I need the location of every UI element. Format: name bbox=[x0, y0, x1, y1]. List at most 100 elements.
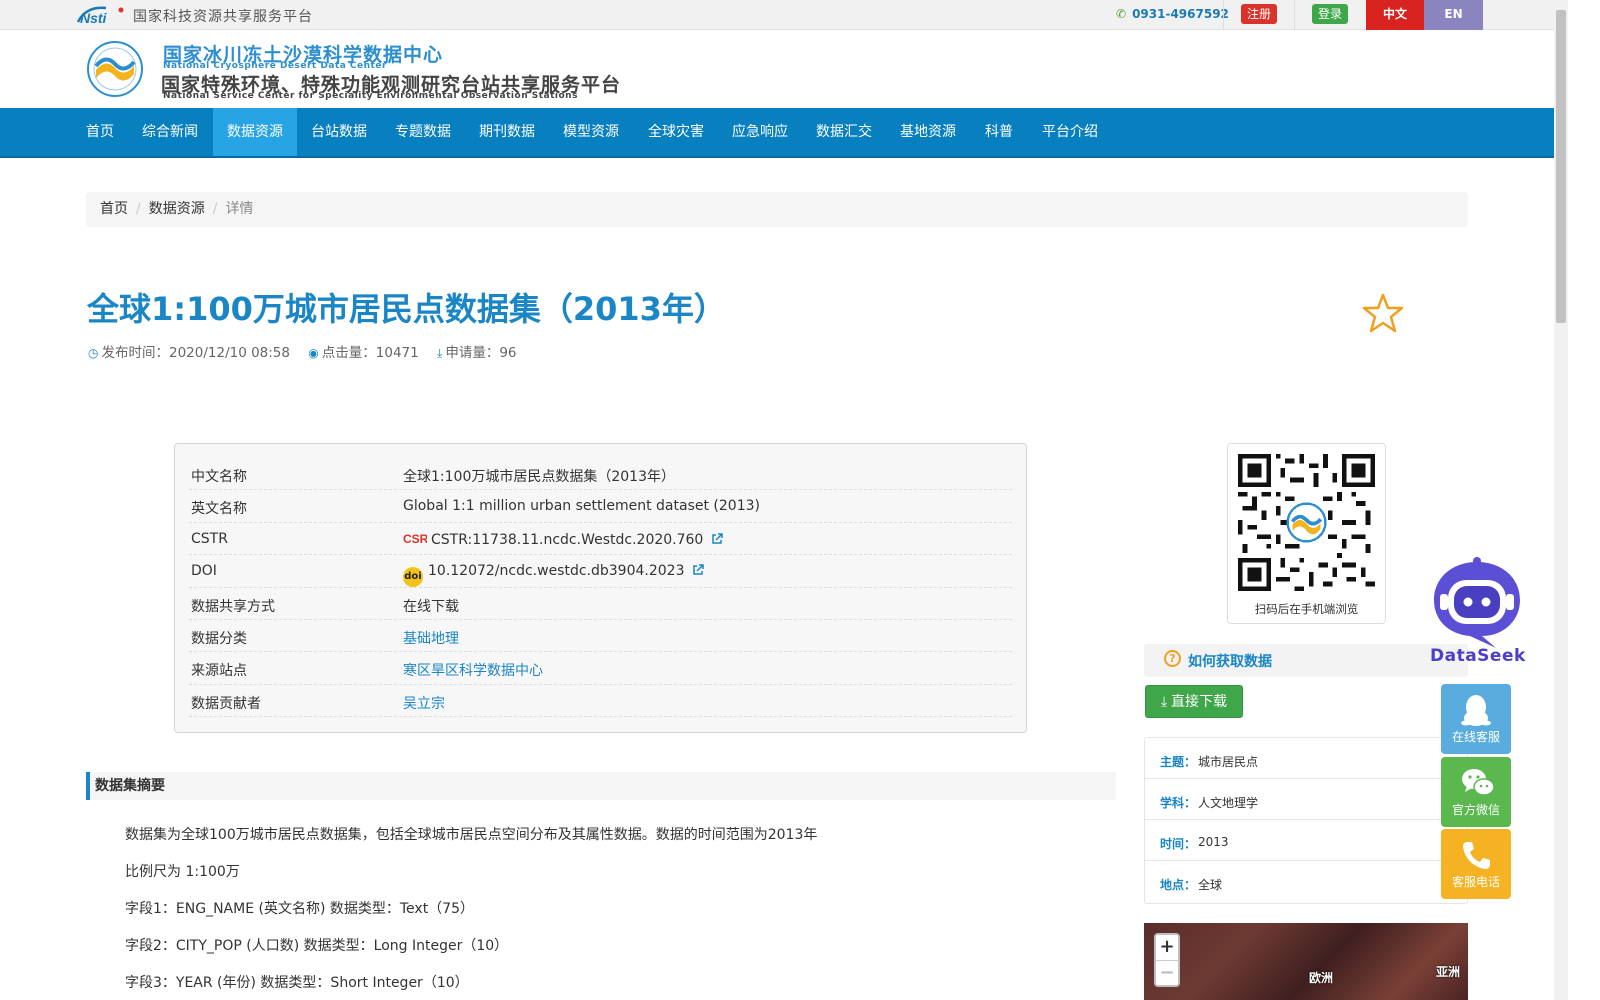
clicks-count: 10471 bbox=[375, 345, 419, 361]
publish-label: 发布时间： bbox=[101, 345, 169, 361]
nav-item-station-data[interactable]: 台站数据 bbox=[311, 108, 367, 156]
info-row-english-name: 英文名称 Global 1:1 million urban settlement… bbox=[189, 490, 1012, 523]
lang-english-button[interactable]: EN bbox=[1424, 0, 1483, 30]
login-button[interactable]: 登录 bbox=[1312, 4, 1348, 24]
nav-item-journal-data[interactable]: 期刊数据 bbox=[479, 108, 535, 156]
info-key: 中文名称 bbox=[191, 469, 247, 485]
doi-logo-icon: doi bbox=[403, 567, 423, 588]
tag-value: 全球 bbox=[1198, 878, 1223, 892]
dataseek-widget[interactable]: DataSeek bbox=[1430, 556, 1525, 666]
online-service-button[interactable]: 在线客服 bbox=[1441, 684, 1511, 754]
clock-icon: ◷ bbox=[88, 346, 99, 360]
robot-icon bbox=[1434, 557, 1520, 648]
publish-time: 2020/12/10 08:58 bbox=[168, 345, 290, 361]
source-station-link[interactable]: 寒区旱区科学数据中心 bbox=[403, 660, 543, 680]
phone-service-label: 客服电话 bbox=[1451, 875, 1500, 889]
nav-item-home[interactable]: 首页 bbox=[86, 108, 114, 156]
category-link[interactable]: 基础地理 bbox=[403, 628, 459, 648]
nav-item-thematic-data[interactable]: 专题数据 bbox=[395, 108, 451, 156]
tag-key: 学科： bbox=[1160, 796, 1197, 810]
breadcrumb-current: 详情 bbox=[225, 201, 254, 217]
abstract-paragraph: 字段2：CITY_POP (人口数) 数据类型：Long Integer（10） bbox=[125, 938, 509, 954]
csr-logo-text: CSR bbox=[403, 532, 427, 545]
question-icon: ? bbox=[1164, 650, 1181, 667]
online-service-label: 在线客服 bbox=[1451, 730, 1500, 744]
qr-caption: 扫码后在手机端浏览 bbox=[1254, 602, 1359, 616]
cstr-value[interactable]: CSR CSTR:11738.11.ncdc.Westdc.2020.760 bbox=[403, 531, 724, 548]
cstr-text: CSTR:11738.11.ncdc.Westdc.2020.760 bbox=[431, 531, 704, 548]
external-link-icon[interactable] bbox=[692, 564, 705, 576]
site-subtitle-english: National Service Center for Speciality E… bbox=[163, 91, 578, 101]
doi-text: 10.12072/ncdc.westdc.db3904.2023 bbox=[428, 563, 685, 580]
map-label-europe: 欧洲 bbox=[1309, 971, 1334, 985]
nav-item-data-submission[interactable]: 数据汇交 bbox=[816, 108, 872, 156]
main-nav: 首页 综合新闻 数据资源 台站数据 专题数据 期刊数据 模型资源 全球灾害 应急… bbox=[0, 108, 1554, 158]
nav-item-data-resources[interactable]: 数据资源 bbox=[213, 108, 297, 156]
page-title: 全球1:100万城市居民点数据集（2013年） bbox=[87, 290, 726, 328]
clicks-label: 点击量： bbox=[321, 345, 376, 361]
window-edge bbox=[1568, 0, 1600, 1000]
dataset-tags: 主题： 城市居民点 学科： 人文地理学 时间： 2013 地点： 全球 bbox=[1144, 737, 1468, 904]
qr-code-box: 扫码后在手机端浏览 bbox=[1227, 443, 1386, 624]
info-row-sharing-mode: 数据共享方式 在线下载 bbox=[189, 588, 1012, 620]
site-header: 国家冰川冻土沙漠科学数据中心 National Cryosphere Deser… bbox=[0, 30, 1554, 108]
nav-item-global-disasters[interactable]: 全球灾害 bbox=[648, 108, 704, 156]
wechat-button[interactable]: 官方微信 bbox=[1441, 757, 1511, 827]
abstract-paragraph: 字段3：YEAR (年份) 数据类型：Short Integer（10） bbox=[125, 975, 469, 991]
nav-item-model-resources[interactable]: 模型资源 bbox=[563, 108, 619, 156]
info-value: Global 1:1 million urban settlement data… bbox=[403, 498, 760, 515]
info-key: 来源站点 bbox=[191, 663, 247, 680]
external-link-icon[interactable] bbox=[711, 533, 724, 545]
zoom-in-button[interactable]: + bbox=[1156, 935, 1178, 960]
nav-item-science[interactable]: 科普 bbox=[985, 108, 1013, 156]
wechat-label: 官方微信 bbox=[1451, 803, 1500, 817]
nav-item-base-resources[interactable]: 基地资源 bbox=[900, 108, 956, 156]
how-to-get-data[interactable]: ? 如何获取数据 bbox=[1144, 644, 1468, 677]
map-label-asia: 亚洲 bbox=[1436, 965, 1461, 979]
phone-handset-icon bbox=[1463, 842, 1490, 869]
breadcrumb-separator: / bbox=[136, 201, 141, 217]
download-icon: ⤓ bbox=[437, 346, 443, 360]
site-logo[interactable] bbox=[86, 40, 144, 98]
info-row-contributor: 数据贡献者 吴立宗 bbox=[189, 685, 1012, 718]
contributor-link[interactable]: 吴立宗 bbox=[403, 693, 445, 713]
nav-item-emergency[interactable]: 应急响应 bbox=[732, 108, 788, 156]
direct-download-button[interactable]: ⤓ 直接下载 bbox=[1145, 685, 1243, 718]
tag-row-theme: 主题： 城市居民点 bbox=[1145, 738, 1467, 779]
download-icon: ⤓ bbox=[1160, 693, 1172, 709]
tag-row-discipline: 学科： 人文地理学 bbox=[1145, 779, 1467, 820]
applications-label: 申请量： bbox=[445, 345, 500, 361]
top-bar: Nsti 国家科技资源共享服务平台 ✆ 0931-4967592 注册 登录 中文… bbox=[0, 0, 1554, 30]
location-map[interactable]: + − 欧洲 亚洲 bbox=[1144, 923, 1468, 1000]
nav-item-news[interactable]: 综合新闻 bbox=[142, 108, 198, 156]
info-value: 全球1:100万城市居民点数据集（2013年） bbox=[403, 469, 675, 485]
lang-chinese-button[interactable]: 中文 bbox=[1366, 0, 1424, 30]
dataset-meta: ◷ 发布时间：2020/12/10 08:58 ◉ 点击量：10471 ⤓ 申请量：9… bbox=[88, 341, 531, 361]
tag-row-time: 时间： 2013 bbox=[1145, 820, 1467, 861]
info-value: 在线下载 bbox=[403, 598, 459, 615]
doi-value[interactable]: doi 10.12072/ncdc.westdc.db3904.2023 bbox=[403, 563, 705, 588]
breadcrumb-data-resources[interactable]: 数据资源 bbox=[149, 201, 205, 217]
info-row-source-station: 来源站点 寒区旱区科学数据中心 bbox=[189, 652, 1012, 685]
info-row-doi: DOI doi 10.12072/ncdc.westdc.db3904.2023 bbox=[189, 555, 1012, 588]
phone-service-button[interactable]: 客服电话 bbox=[1441, 829, 1511, 899]
nsti-logo[interactable]: Nsti bbox=[76, 4, 126, 26]
applications-count: 96 bbox=[499, 345, 517, 361]
svg-text:Nsti: Nsti bbox=[80, 10, 108, 26]
tag-key: 时间： bbox=[1160, 837, 1197, 851]
zoom-out-button[interactable]: − bbox=[1156, 960, 1178, 985]
tag-value: 人文地理学 bbox=[1198, 796, 1259, 810]
phone-number: ✆ 0931-4967592 bbox=[1116, 7, 1229, 21]
platform-name[interactable]: 国家科技资源共享服务平台 bbox=[133, 6, 313, 26]
breadcrumb: 首页 / 数据资源 / 详情 bbox=[86, 192, 1468, 227]
nav-item-about[interactable]: 平台介绍 bbox=[1042, 108, 1098, 156]
register-button[interactable]: 注册 bbox=[1241, 4, 1277, 24]
qr-code bbox=[1238, 454, 1375, 591]
favorite-star-icon[interactable] bbox=[1362, 292, 1404, 334]
info-key: 数据贡献者 bbox=[191, 695, 261, 712]
breadcrumb-home[interactable]: 首页 bbox=[100, 201, 128, 217]
scrollbar-thumb[interactable] bbox=[1556, 10, 1566, 323]
abstract-paragraph: 数据集为全球100万城市居民点数据集，包括全球城市居民点空间分布及其属性数据。数… bbox=[125, 827, 818, 843]
map-zoom-control: + − bbox=[1154, 933, 1180, 987]
breadcrumb-separator: / bbox=[212, 201, 218, 217]
